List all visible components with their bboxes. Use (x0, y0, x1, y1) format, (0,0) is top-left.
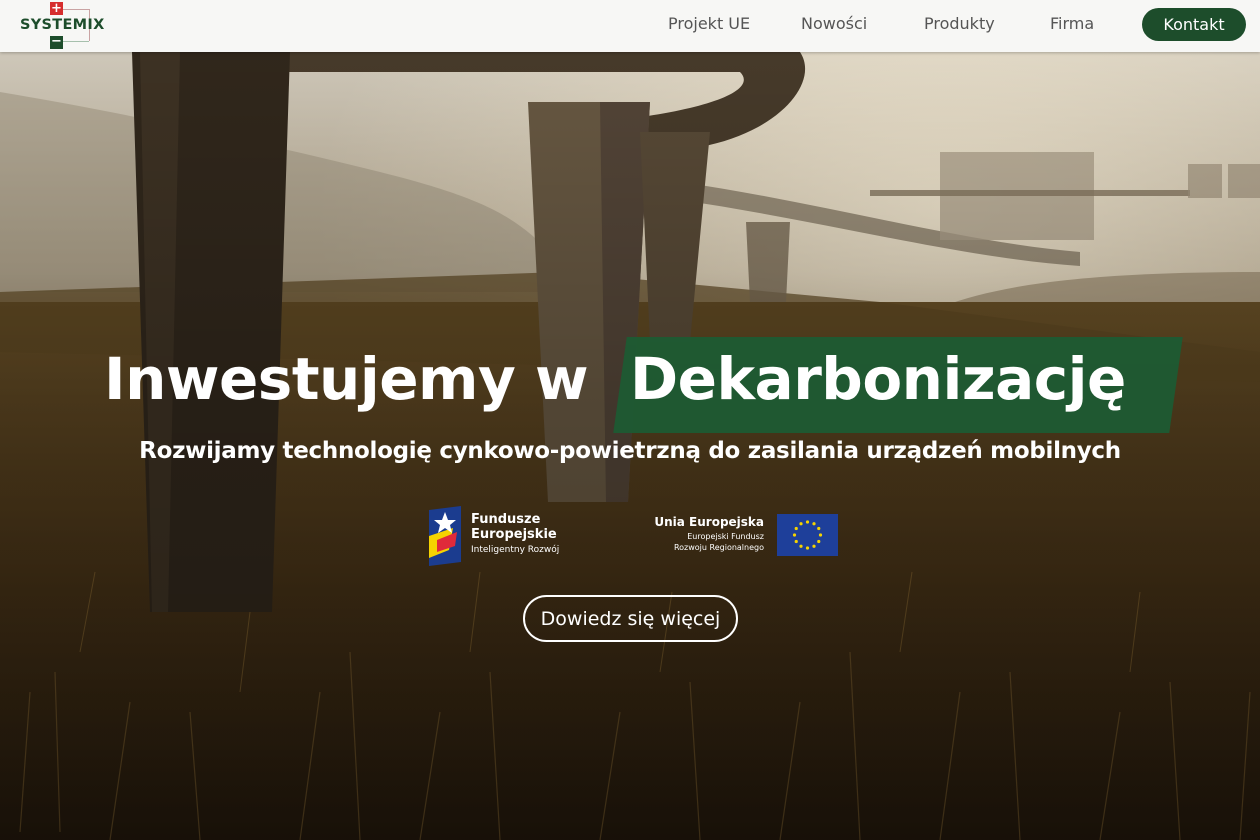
nav-link-projekt-ue[interactable]: Projekt UE (668, 14, 750, 33)
nav-link-produkty[interactable]: Produkty (924, 14, 995, 33)
european-union-logo: Unia Europejska Europejski Fundusz Rozwo… (650, 512, 840, 558)
eu-star (818, 533, 823, 537)
eu-star (799, 522, 803, 526)
top-navbar: + SYSTEMIX − Projekt UE Nowości Produkty… (0, 0, 1260, 52)
eu-star (799, 544, 803, 548)
funds-line-1: Fundusze (471, 512, 541, 527)
eu-star (794, 539, 798, 544)
nav-link-firma[interactable]: Firma (1050, 14, 1094, 33)
eu-star (812, 522, 816, 526)
eu-star (805, 520, 810, 524)
eu-line-3: Rozwoju Regionalnego (673, 543, 764, 552)
headline-highlight-text: Dekarbonizację (630, 345, 1126, 413)
main-menu: Projekt UE Nowości Produkty Firma (0, 0, 1260, 52)
eu-star (805, 546, 810, 550)
eu-star (792, 533, 797, 537)
subheadline: Rozwijamy technologię cynkowo-powietrzną… (139, 438, 1121, 464)
eu-line-1: Unia Europejska (654, 515, 764, 529)
eu-star (817, 539, 821, 544)
headline: Inwestujemy w Dekarbonizację (0, 337, 1260, 437)
eu-line-2: Europejski Fundusz (687, 532, 764, 541)
eu-star (794, 526, 798, 531)
european-funds-logo: Fundusze Europejskie Inteligentny Rozwój (427, 506, 577, 566)
contact-button[interactable]: Kontakt (1142, 8, 1246, 41)
european-funds-star-icon (429, 506, 461, 566)
nav-link-nowosci[interactable]: Nowości (801, 14, 867, 33)
eu-flag-icon (777, 514, 838, 556)
funds-line-2: Europejskie (471, 527, 557, 542)
eu-star (817, 526, 821, 531)
hero-section: Inwestujemy w Dekarbonizację Rozwijamy t… (0, 52, 1260, 840)
eu-star (812, 544, 816, 548)
funds-line-3: Inteligentny Rozwój (471, 545, 560, 555)
learn-more-button[interactable]: Dowiedz się więcej (523, 595, 738, 642)
headline-plain-text: Inwestujemy w (104, 345, 589, 413)
